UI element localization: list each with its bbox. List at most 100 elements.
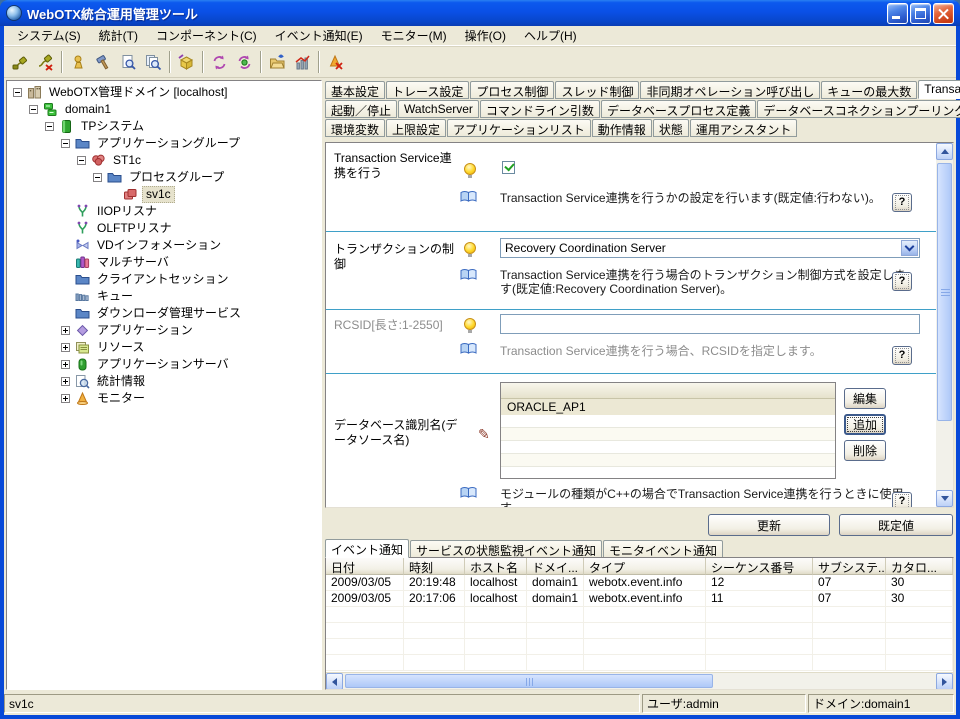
tab-upper-limit[interactable]: 上限設定 <box>386 119 446 137</box>
collapse-icon[interactable] <box>61 139 70 148</box>
transaction-control-select[interactable]: Recovery Coordination Server <box>500 238 920 258</box>
connect-button[interactable] <box>8 50 33 74</box>
title-bar[interactable]: WebOTX統合運用管理ツール <box>0 0 960 26</box>
expand-icon[interactable] <box>61 394 70 403</box>
update-button[interactable]: 更新 <box>708 514 830 536</box>
tab-basic-settings[interactable]: 基本設定 <box>325 81 385 99</box>
ts-cooperation-checkbox[interactable] <box>502 161 515 174</box>
tree-item-application-group-folder[interactable]: アプリケーショングループ <box>61 135 321 152</box>
add-button[interactable]: 追加 <box>844 414 886 435</box>
start-button[interactable] <box>66 50 91 74</box>
column-header-time[interactable]: 時刻 <box>404 558 465 575</box>
edit-button[interactable]: 編集 <box>844 388 886 409</box>
tree-item-webotx-domain[interactable]: WebOTX管理ドメイン [localhost] <box>13 84 321 101</box>
tab-monitor-event-notification[interactable]: モニタイベント通知 <box>603 540 723 558</box>
statistics-button[interactable] <box>290 50 315 74</box>
tree-item-process-group-folder[interactable]: プロセスグループ <box>93 169 321 186</box>
tab-watchserver[interactable]: WatchServer <box>398 100 479 118</box>
help-button[interactable]: ? <box>892 193 912 212</box>
tab-event-notification[interactable]: イベント通知 <box>325 539 409 558</box>
column-header-sequence[interactable]: シーケンス番号 <box>706 558 813 575</box>
column-header-host[interactable]: ホスト名 <box>465 558 527 575</box>
minimize-button[interactable] <box>887 3 908 24</box>
tab-status[interactable]: 状態 <box>653 119 689 137</box>
tree-item-domain1[interactable]: domain1 <box>29 101 321 118</box>
alarm-off-button[interactable] <box>323 50 348 74</box>
refresh-settings-button[interactable] <box>232 50 257 74</box>
rcsid-input[interactable] <box>500 314 920 334</box>
build-button[interactable] <box>91 50 116 74</box>
disconnect-button[interactable] <box>33 50 58 74</box>
help-button[interactable]: ? <box>892 272 912 291</box>
tree-item-application-server[interactable]: アプリケーションサーバ <box>61 356 321 373</box>
tree-item-sv1c[interactable]: sv1c <box>109 186 321 203</box>
tab-service-status-event-notification[interactable]: サービスの状態監視イベント通知 <box>410 540 602 558</box>
collapse-icon[interactable] <box>77 156 86 165</box>
tab-environment-variables[interactable]: 環境変数 <box>325 119 385 137</box>
tab-db-connection-pooling[interactable]: データベースコネクションプーリング <box>757 100 960 118</box>
event-row[interactable]: 2009/03/05 20:17:06 localhost domain1 we… <box>326 591 953 607</box>
package-button[interactable] <box>174 50 199 74</box>
tab-async-operation[interactable]: 非同期オペレーション呼び出し <box>640 81 820 99</box>
expand-icon[interactable] <box>61 326 70 335</box>
export-button[interactable] <box>265 50 290 74</box>
menu-monitor[interactable]: モニター(M) <box>372 25 456 46</box>
column-header-subsystem[interactable]: サブシステ... <box>813 558 886 575</box>
menu-component[interactable]: コンポーネント(C) <box>147 25 266 46</box>
list-item[interactable]: ORACLE_AP1 <box>501 399 835 415</box>
tab-operation-info[interactable]: 動作情報 <box>592 119 652 137</box>
tab-transaction-service[interactable]: Transaction Service <box>918 80 960 99</box>
maximize-button[interactable] <box>910 3 931 24</box>
tab-command-line-args[interactable]: コマンドライン引数 <box>480 100 600 118</box>
db-identifier-list[interactable]: ORACLE_AP1 <box>500 382 836 479</box>
tree-item-vd-information[interactable]: VDインフォメーション <box>61 237 321 254</box>
form-scrollbar[interactable] <box>936 143 953 507</box>
default-value-button[interactable]: 既定値 <box>839 514 953 536</box>
event-table-scrollbar[interactable] <box>326 672 953 689</box>
tree-item-statistics[interactable]: 統計情報 <box>61 373 321 390</box>
tree-item-resource[interactable]: リソース <box>61 339 321 356</box>
tree-item-st1c[interactable]: ST1c <box>77 152 321 169</box>
scroll-down-button[interactable] <box>936 490 953 507</box>
column-header-type[interactable]: タイプ <box>584 558 706 575</box>
tree-item-client-session-folder[interactable]: クライアントセッション <box>61 271 321 288</box>
scroll-right-button[interactable] <box>936 673 953 690</box>
find-folder-button[interactable] <box>141 50 166 74</box>
tab-trace-settings[interactable]: トレース設定 <box>386 81 469 99</box>
tab-operation-assistant[interactable]: 運用アシスタント <box>690 119 798 137</box>
tab-queue-max[interactable]: キューの最大数 <box>821 81 917 99</box>
tree-item-olftp-listener[interactable]: OLFTPリスナ <box>61 220 321 237</box>
help-button[interactable]: ? <box>892 346 912 365</box>
column-header-date[interactable]: 日付 <box>326 558 404 575</box>
menu-help[interactable]: ヘルプ(H) <box>515 25 586 46</box>
column-header-domain[interactable]: ドメイ... <box>527 558 584 575</box>
menu-statistics[interactable]: 統計(T) <box>90 25 147 46</box>
collapse-icon[interactable] <box>93 173 102 182</box>
tab-start-stop[interactable]: 起動／停止 <box>325 100 397 118</box>
tab-process-control[interactable]: プロセス制御 <box>470 81 554 99</box>
tab-thread-control[interactable]: スレッド制御 <box>555 81 639 99</box>
close-button[interactable] <box>933 3 954 24</box>
tree-item-queue[interactable]: キュー <box>61 288 321 305</box>
tree-item-downloader-service-folder[interactable]: ダウンローダ管理サービス <box>61 305 321 322</box>
chevron-down-icon[interactable] <box>901 240 918 256</box>
event-row[interactable]: 2009/03/05 20:19:48 localhost domain1 we… <box>326 575 953 591</box>
scrollbar-thumb[interactable] <box>937 163 952 421</box>
tab-application-list[interactable]: アプリケーションリスト <box>447 119 591 137</box>
menu-operation[interactable]: 操作(O) <box>456 25 515 46</box>
refresh-button[interactable] <box>207 50 232 74</box>
menu-system[interactable]: システム(S) <box>8 25 90 46</box>
expand-icon[interactable] <box>61 377 70 386</box>
tree-item-application[interactable]: アプリケーション <box>61 322 321 339</box>
collapse-icon[interactable] <box>45 122 54 131</box>
help-button[interactable]: ? <box>892 492 912 507</box>
tree-item-iiop-listener[interactable]: IIOPリスナ <box>61 203 321 220</box>
expand-icon[interactable] <box>61 360 70 369</box>
tree-item-monitor[interactable]: モニター <box>61 390 321 407</box>
tab-db-process-definition[interactable]: データベースプロセス定義 <box>601 100 756 118</box>
collapse-icon[interactable] <box>29 105 38 114</box>
scroll-left-button[interactable] <box>326 673 343 690</box>
menu-event-notification[interactable]: イベント通知(E) <box>266 25 372 46</box>
collapse-icon[interactable] <box>13 88 22 97</box>
expand-icon[interactable] <box>61 343 70 352</box>
